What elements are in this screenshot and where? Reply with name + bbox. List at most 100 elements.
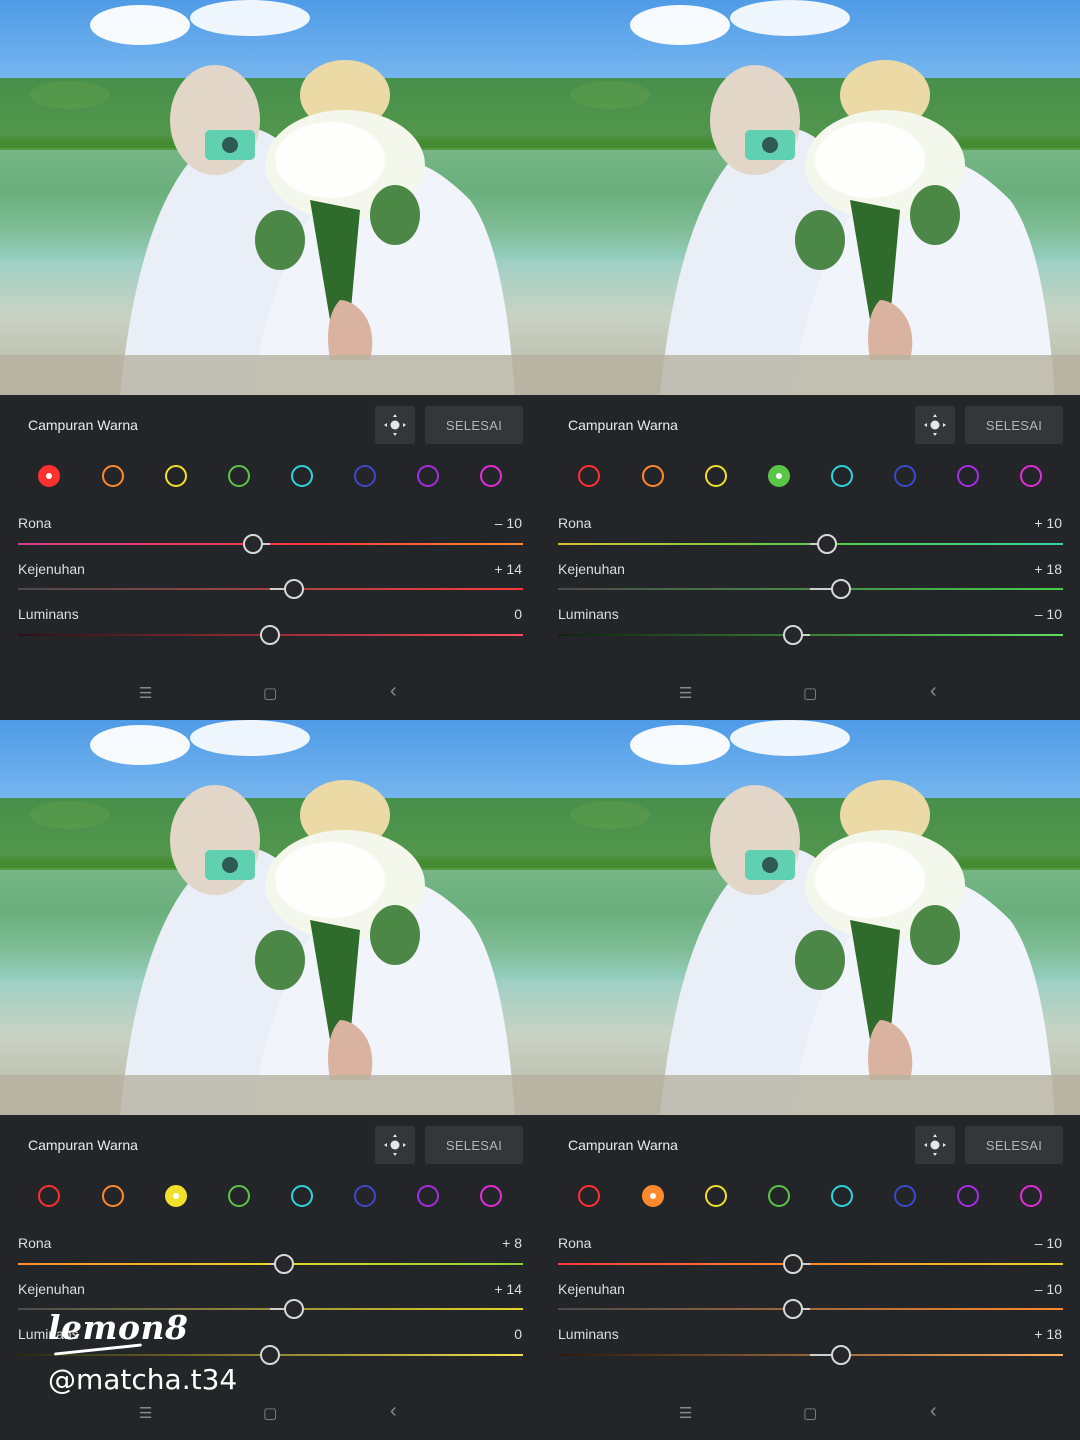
system-nav-bar: ☰ ▢ ‹ xyxy=(0,1398,540,1428)
slider-knob[interactable] xyxy=(783,1299,803,1319)
slider-label: Luminans xyxy=(18,606,79,622)
menu-icon[interactable]: ☰ xyxy=(679,684,692,702)
target-move-icon xyxy=(924,414,946,436)
slider-value: + 18 xyxy=(1034,1326,1062,1342)
slider-track[interactable] xyxy=(558,1308,1063,1310)
swatch-orange[interactable] xyxy=(102,465,124,487)
swatch-red[interactable] xyxy=(578,465,600,487)
slider-knob[interactable] xyxy=(260,625,280,645)
swatch-red[interactable] xyxy=(578,1185,600,1207)
watermark: lemon8 @matcha.t34 xyxy=(48,1308,237,1396)
swatch-yellow[interactable] xyxy=(705,465,727,487)
color-mix-panel: Campuran Warna SELESAI Rona – 10 Kejenuhan –… xyxy=(540,1115,1080,1440)
swatch-magenta[interactable] xyxy=(480,465,502,487)
swatch-orange[interactable] xyxy=(102,1185,124,1207)
slider-value: + 14 xyxy=(494,561,522,577)
swatch-green[interactable] xyxy=(228,465,250,487)
color-mix-panel: Campuran Warna SELESAI Rona – 10 Kejenuhan +… xyxy=(0,395,540,720)
swatch-yellow[interactable] xyxy=(165,465,187,487)
done-button[interactable]: SELESAI xyxy=(965,406,1063,444)
color-swatch-row xyxy=(540,1185,1080,1211)
watermark-handle: @matcha.t34 xyxy=(48,1363,238,1396)
color-mix-screen: Campuran Warna SELESAI Rona – 10 Kejenuhan +… xyxy=(0,0,540,720)
swatch-aqua[interactable] xyxy=(831,1185,853,1207)
slider-knob[interactable] xyxy=(783,1254,803,1274)
swatch-magenta[interactable] xyxy=(480,1185,502,1207)
slider-knob[interactable] xyxy=(283,579,304,599)
menu-icon[interactable]: ☰ xyxy=(679,1404,692,1422)
menu-icon[interactable]: ☰ xyxy=(139,684,152,702)
done-button[interactable]: SELESAI xyxy=(425,1126,523,1164)
panel-title: Campuran Warna xyxy=(568,1137,678,1153)
system-nav-bar: ☰ ▢ ‹ xyxy=(540,1398,1080,1428)
swatch-blue[interactable] xyxy=(354,465,376,487)
back-chevron-icon[interactable]: ‹ xyxy=(930,1400,937,1423)
swatch-blue[interactable] xyxy=(894,1185,916,1207)
done-button[interactable]: SELESAI xyxy=(965,1126,1063,1164)
swatch-red[interactable] xyxy=(38,1185,60,1207)
swatch-green[interactable] xyxy=(768,465,790,487)
swatch-magenta[interactable] xyxy=(1020,465,1042,487)
color-swatch-row xyxy=(0,1185,540,1211)
swatch-green[interactable] xyxy=(228,1185,250,1207)
slider-knob[interactable] xyxy=(283,1299,304,1319)
back-chevron-icon[interactable]: ‹ xyxy=(390,1400,397,1423)
home-square-icon[interactable]: ▢ xyxy=(803,1404,817,1422)
swatch-purple[interactable] xyxy=(417,465,439,487)
slider-knob[interactable] xyxy=(830,579,851,599)
slider-value: + 10 xyxy=(1034,515,1062,531)
home-square-icon[interactable]: ▢ xyxy=(803,684,817,702)
target-move-icon xyxy=(924,1134,946,1156)
photo-preview xyxy=(540,720,1080,1115)
slider-label: Kejenuhan xyxy=(18,1281,85,1297)
target-adjust-button[interactable] xyxy=(915,406,955,444)
target-adjust-button[interactable] xyxy=(915,1126,955,1164)
slider-knob[interactable] xyxy=(817,534,837,554)
swatch-aqua[interactable] xyxy=(291,1185,313,1207)
panel-title: Campuran Warna xyxy=(568,417,678,433)
home-square-icon[interactable]: ▢ xyxy=(263,684,277,702)
target-adjust-button[interactable] xyxy=(375,1126,415,1164)
swatch-orange[interactable] xyxy=(642,1185,664,1207)
slider-track[interactable] xyxy=(558,1263,1063,1265)
swatch-purple[interactable] xyxy=(957,1185,979,1207)
swatch-green[interactable] xyxy=(768,1185,790,1207)
swatch-aqua[interactable] xyxy=(831,465,853,487)
home-square-icon[interactable]: ▢ xyxy=(263,1404,277,1422)
back-chevron-icon[interactable]: ‹ xyxy=(390,680,397,703)
slider-knob[interactable] xyxy=(783,625,803,645)
swatch-purple[interactable] xyxy=(957,465,979,487)
slider-value: – 10 xyxy=(1034,606,1062,622)
slider-value: – 10 xyxy=(494,515,522,531)
swatch-blue[interactable] xyxy=(354,1185,376,1207)
slider-label: Rona xyxy=(18,515,52,531)
slider-knob[interactable] xyxy=(243,534,263,554)
slider-track[interactable] xyxy=(18,543,523,545)
done-button[interactable]: SELESAI xyxy=(425,406,523,444)
swatch-aqua[interactable] xyxy=(291,465,313,487)
slider-knob[interactable] xyxy=(260,1345,280,1365)
watermark-logo: lemon8 xyxy=(48,1308,189,1347)
menu-icon[interactable]: ☰ xyxy=(139,1404,152,1422)
swatch-yellow[interactable] xyxy=(705,1185,727,1207)
swatch-orange[interactable] xyxy=(642,465,664,487)
slider-knob[interactable] xyxy=(830,1345,851,1365)
slider-value: – 10 xyxy=(1034,1235,1062,1251)
target-adjust-button[interactable] xyxy=(375,406,415,444)
slider-label: Rona xyxy=(558,515,592,531)
slider-track[interactable] xyxy=(558,634,1063,636)
swatch-magenta[interactable] xyxy=(1020,1185,1042,1207)
system-nav-bar: ☰ ▢ ‹ xyxy=(540,678,1080,708)
swatch-purple[interactable] xyxy=(417,1185,439,1207)
slider-knob[interactable] xyxy=(273,1254,294,1274)
swatch-blue[interactable] xyxy=(894,465,916,487)
swatch-red[interactable] xyxy=(38,465,60,487)
back-chevron-icon[interactable]: ‹ xyxy=(930,680,937,703)
slider-value: – 10 xyxy=(1034,1281,1062,1297)
target-move-icon xyxy=(384,414,406,436)
swatch-yellow[interactable] xyxy=(165,1185,187,1207)
slider-value: 0 xyxy=(514,1326,522,1342)
color-swatch-row xyxy=(540,465,1080,491)
color-mix-screen: Campuran Warna SELESAI Rona – 10 Kejenuhan –… xyxy=(540,720,1080,1440)
slider-label: Kejenuhan xyxy=(18,561,85,577)
